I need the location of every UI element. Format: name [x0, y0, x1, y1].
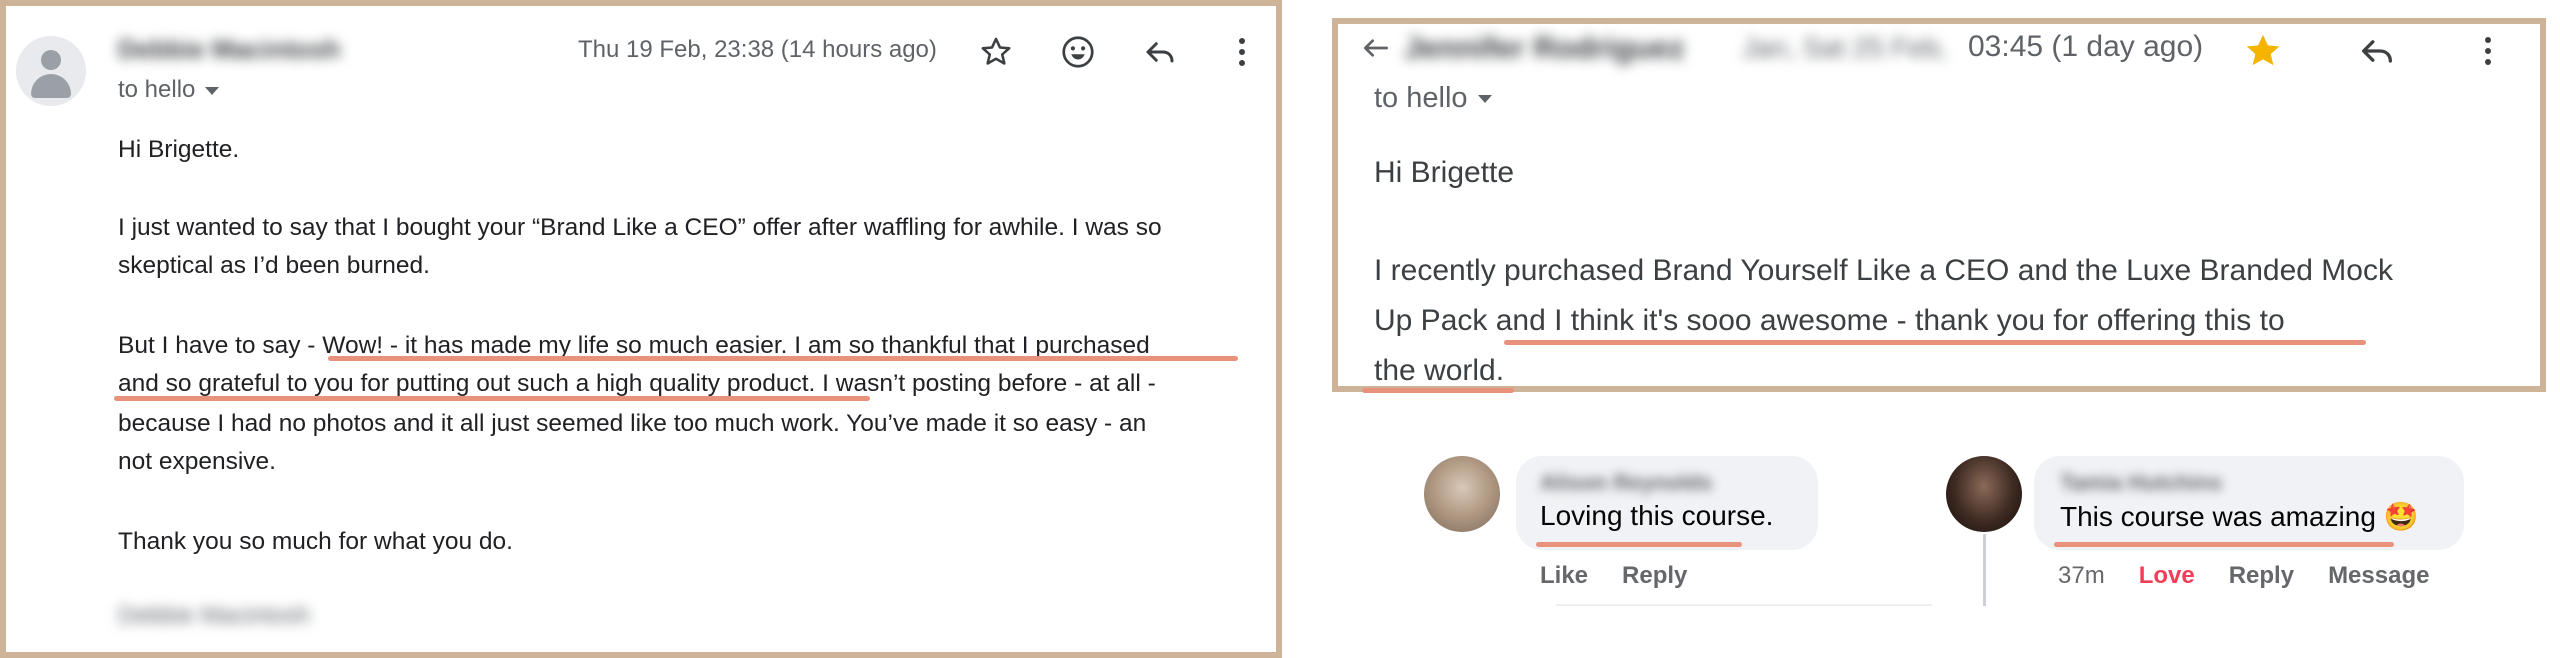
chevron-down-icon[interactable]	[205, 86, 220, 95]
sender-avatar	[16, 36, 86, 106]
sender-name: Debbie Macintosh	[118, 34, 341, 64]
comment-text: This course was amazing 🤩	[2060, 500, 2419, 533]
sender-name: Jennifer Rodriguez	[1404, 30, 1685, 65]
commenter-avatar[interactable]	[1946, 456, 2022, 532]
reply-icon[interactable]	[1138, 30, 1182, 74]
reply-button[interactable]: Reply	[2229, 562, 2294, 589]
highlight-underline	[1536, 542, 1742, 547]
divider	[1556, 604, 1932, 606]
email-body-line: Up Pack and I think it's sooo awesome - …	[1374, 304, 2285, 337]
star-struck-emoji-icon: 🤩	[2383, 501, 2419, 532]
highlight-underline	[1362, 388, 1514, 393]
email-body-line: skeptical as I’d been burned.	[118, 252, 430, 279]
more-icon[interactable]	[1220, 30, 1264, 74]
comment-text-content: This course was amazing	[2060, 501, 2376, 532]
love-reaction-button[interactable]: Love	[2139, 562, 2195, 589]
email-signature: Debbie Macintosh	[118, 602, 311, 629]
highlight-underline	[114, 396, 870, 401]
email-greeting: Hi Brigette.	[118, 136, 240, 163]
like-button[interactable]: Like	[1540, 562, 1588, 589]
email-greeting: Hi Brigette	[1374, 156, 1515, 189]
comment-text: Loving this course.	[1540, 500, 1774, 531]
highlight-underline	[1504, 340, 2366, 345]
star-icon[interactable]	[974, 30, 1018, 74]
recipient-line[interactable]: to hello	[1374, 82, 1492, 115]
highlight-underline	[328, 356, 1238, 361]
email-closing: Thank you so much for what you do.	[118, 528, 513, 555]
reply-icon[interactable]	[2354, 28, 2400, 74]
message-button[interactable]: Message	[2328, 562, 2429, 589]
comment-actions: 37m Love Reply Message	[2058, 562, 2463, 590]
thread-line	[1983, 534, 1986, 606]
left-email-panel: Debbie Macintosh Thu 19 Feb, 23:38 (14 h…	[0, 0, 1282, 658]
recipient-line[interactable]: to hello	[118, 76, 220, 104]
highlight-underline	[2054, 542, 2394, 547]
chevron-down-icon[interactable]	[1477, 95, 1492, 104]
email-body-line: not expensive.	[118, 448, 276, 475]
comment-bubble: Tamia Hutchins This course was amazing 🤩	[2034, 456, 2464, 550]
reply-button[interactable]: Reply	[1622, 562, 1687, 589]
email-body-line: I recently purchased Brand Yourself Like…	[1374, 254, 2393, 287]
right-email-panel: Jennifer Rodriguez Jan, Sat 25 Feb, 03:4…	[1332, 18, 2546, 392]
commenter-avatar[interactable]	[1424, 456, 1500, 532]
email-date: 03:45 (1 day ago)	[1968, 30, 2204, 63]
email-body-line: I just wanted to say that I bought your …	[118, 214, 1162, 241]
emoji-icon[interactable]	[1056, 30, 1100, 74]
star-filled-icon[interactable]	[2240, 28, 2286, 74]
commenter-name[interactable]: Tamia Hutchins	[2060, 470, 2222, 496]
comment-actions: Like Reply	[1540, 562, 1721, 590]
email-date: Thu 19 Feb, 23:38 (14 hours ago)	[578, 36, 937, 63]
comment-time: 37m	[2058, 562, 2105, 589]
recipient-label: to hello	[118, 76, 196, 103]
reply-arrow-icon[interactable]	[1358, 28, 1394, 68]
commenter-name[interactable]: Alison Reynolds	[1540, 470, 1712, 496]
email-date-obscured: Jan, Sat 25 Feb,	[1742, 32, 1948, 63]
comment-bubble: Alison Reynolds Loving this course.	[1516, 456, 1818, 550]
recipient-label: to hello	[1374, 82, 1468, 114]
email-body-line: because I had no photos and it all just …	[118, 410, 1147, 437]
more-icon[interactable]	[2468, 28, 2508, 74]
